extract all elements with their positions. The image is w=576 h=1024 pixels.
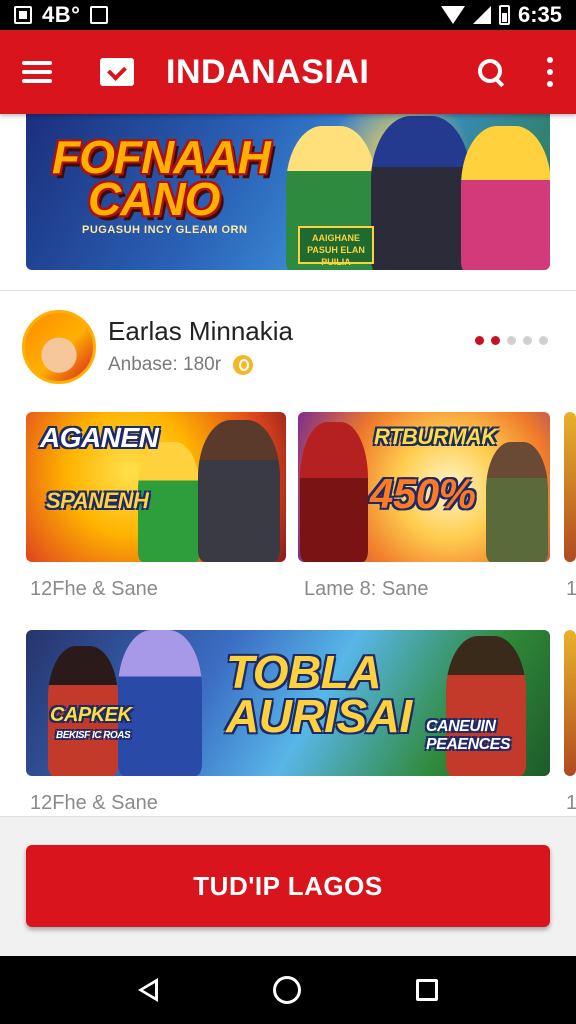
card-left-tag: CAPKEK — [50, 704, 132, 726]
game-card-wide[interactable]: CAPKEK BEKISF IC ROAS TOBLA AURISAI CANE… — [26, 630, 550, 776]
card-label: 12Fhe & Sane — [30, 578, 158, 600]
hero-title: FOFNAAH CANO — [52, 131, 271, 225]
avatar[interactable] — [22, 310, 96, 384]
card-right-tag-line2: PEAENCES — [426, 736, 511, 753]
more-icon[interactable] — [546, 57, 554, 87]
card-character — [118, 630, 202, 776]
content-area[interactable]: FOFNAAH CANO PUGASUH INCY GLEAM ORN AAIG… — [0, 114, 576, 816]
system-nav-bar — [0, 956, 576, 1024]
pager-dots — [475, 336, 548, 345]
hero-subtitle: PUGASUH INCY GLEAM ORN — [82, 224, 248, 236]
pager-dot[interactable] — [507, 336, 516, 345]
card-right-tag-line1: CANEUIN — [426, 718, 496, 735]
app-bar: INDANASIAI — [0, 30, 576, 114]
menu-icon[interactable] — [22, 61, 52, 83]
game-card[interactable]: RTBURMAK 450% — [298, 412, 550, 562]
battery-icon — [498, 5, 510, 25]
card-character — [446, 636, 526, 776]
download-icon — [90, 6, 109, 24]
profile-subtitle: Anbase: 180r — [108, 354, 254, 376]
card-title: AGANEN — [40, 422, 159, 453]
hero-character-dark — [371, 116, 471, 270]
card-title-line2: AURISAI — [226, 690, 412, 742]
hero-title-line2: CANO — [88, 173, 220, 225]
hero-badge: AAIGHANE PASUH ELAN PUILIA — [298, 226, 374, 267]
profile-row: Earlas Minnakia Anbase: 180r — [22, 310, 554, 386]
card-label: 1 — [566, 792, 576, 814]
game-card-partial[interactable] — [564, 630, 576, 776]
bottom-action-area: TUD'IP LAGOS — [0, 816, 576, 956]
screen: 4B° 6:35 INDANASIAI FOFNAAH CANO PUGASUH… — [0, 0, 576, 1024]
notification-icon — [14, 6, 32, 24]
wifi-icon — [440, 6, 465, 24]
status-bar: 4B° 6:35 — [0, 0, 576, 30]
primary-action-button[interactable]: TUD'IP LAGOS — [26, 845, 550, 927]
card-title-line1: TOBLA — [226, 646, 382, 698]
search-icon[interactable] — [476, 57, 506, 87]
card-right-tag: CANEUIN PEAENCES — [426, 718, 511, 754]
card-left-tag-sub: BEKISF IC ROAS — [56, 730, 131, 741]
signal-icon — [472, 6, 491, 24]
hero-title-line1: FOFNAAH — [52, 131, 271, 183]
card-character — [198, 420, 280, 562]
pager-dot[interactable] — [523, 336, 532, 345]
games-row-1: AGANEN SPANENH 12Fhe & Sane RTBURMAK 450… — [26, 412, 576, 612]
games-row-2: CAPKEK BEKISF IC ROAS TOBLA AURISAI CANE… — [26, 630, 576, 816]
hero-character-girl — [461, 126, 550, 270]
card-label: 12Fhe & Sane — [30, 792, 158, 814]
pager-dot[interactable] — [475, 336, 484, 345]
app-title: INDANASIAI — [166, 52, 370, 91]
card-title: RTBURMAK — [374, 424, 497, 449]
recents-icon[interactable] — [416, 979, 439, 1001]
section-divider — [0, 290, 576, 291]
game-card-partial[interactable] — [564, 412, 576, 562]
card-subtitle: SPANENH — [46, 488, 149, 513]
card-character — [300, 422, 368, 562]
home-icon[interactable] — [272, 976, 301, 1004]
pager-dot[interactable] — [539, 336, 548, 345]
back-icon[interactable] — [137, 978, 158, 1002]
status-carrier-text: 4B° — [42, 2, 81, 27]
game-card[interactable]: AGANEN SPANENH — [26, 412, 286, 562]
card-promo: 450% — [370, 470, 476, 517]
coin-icon — [233, 355, 254, 375]
profile-name: Earlas Minnakia — [108, 316, 293, 346]
card-character — [486, 442, 548, 562]
hero-banner[interactable]: FOFNAAH CANO PUGASUH INCY GLEAM ORN AAIG… — [26, 114, 550, 270]
status-time: 6:35 — [517, 2, 562, 27]
pager-dot[interactable] — [491, 336, 500, 345]
inbox-icon[interactable] — [100, 58, 134, 86]
profile-subtitle-text: Anbase: 180r — [108, 354, 222, 375]
card-label: 1 — [566, 578, 576, 600]
card-label: Lame 8: Sane — [304, 578, 429, 600]
card-title: TOBLA AURISAI — [226, 646, 412, 742]
